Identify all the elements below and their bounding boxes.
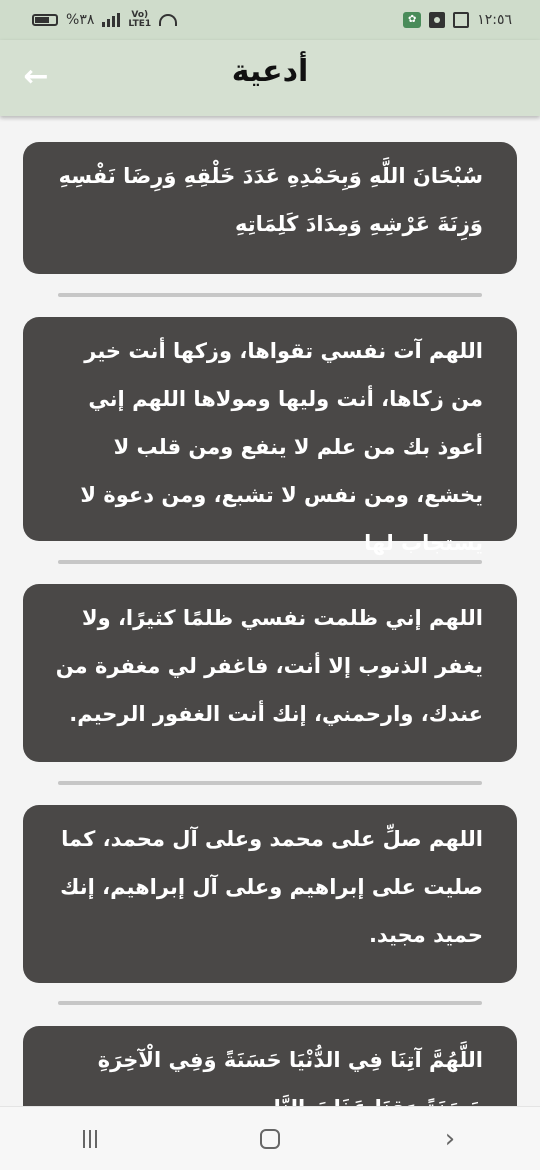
divider [58, 293, 482, 297]
dua-card[interactable]: سُبْحَانَ اللَّهِ وَبِحَمْدِهِ عَدَدَ خَ… [23, 142, 517, 274]
wifi-icon [159, 14, 178, 26]
image-icon [453, 12, 470, 28]
divider [58, 560, 482, 564]
dua-list[interactable]: سُبْحَانَ اللَّهِ وَبِحَمْدِهِ عَدَدَ خَ… [0, 116, 540, 1106]
recents-icon[interactable] [60, 1119, 120, 1159]
dua-card[interactable]: اللهم صلِّ على محمد وعلى آل محمد، كما صل… [23, 805, 517, 983]
battery-icon [32, 14, 58, 26]
dua-card[interactable]: اللَّهُمَّ آتِنَا فِي الدُّنْيَا حَسَنَة… [23, 1026, 517, 1106]
dua-text: اللَّهُمَّ آتِنَا فِي الدُّنْيَا حَسَنَة… [97, 1048, 483, 1106]
dua-card[interactable]: اللهم آت نفسي تقواها، وزكها أنت خير من ز… [23, 317, 517, 555]
app-bar: ← أدعية [0, 40, 540, 116]
settings-icon [429, 12, 446, 28]
app-icon: ✿ [403, 12, 422, 28]
system-nav-bar: › [0, 1106, 540, 1170]
page-title: أدعية [231, 54, 309, 89]
status-time: ١٢:٥٦ [477, 12, 512, 28]
signal-icon [102, 13, 121, 27]
home-icon[interactable] [240, 1119, 300, 1159]
back-icon[interactable]: › [420, 1119, 480, 1159]
volte-icon: Vo) LTE1 [128, 10, 152, 29]
dua-text: اللهم صلِّ على محمد وعلى آل محمد، كما صل… [60, 827, 483, 947]
dua-card[interactable]: اللهم إني ظلمت نفسي ظلمًا كثيرًا، ولا يغ… [23, 584, 517, 762]
status-bar: %٣٨ Vo) LTE1 ✿ ١٢:٥٦ [0, 0, 540, 40]
dua-text: اللهم آت نفسي تقواها، وزكها أنت خير من ز… [80, 339, 483, 555]
dua-text: سُبْحَانَ اللَّهِ وَبِحَمْدِهِ عَدَدَ خَ… [58, 164, 483, 236]
divider [58, 781, 482, 785]
status-right: ✿ ١٢:٥٦ [403, 12, 512, 28]
status-left: %٣٨ Vo) LTE1 [32, 10, 178, 29]
battery-percent: %٣٨ [66, 12, 95, 28]
divider [58, 1001, 482, 1005]
dua-text: اللهم إني ظلمت نفسي ظلمًا كثيرًا، ولا يغ… [55, 606, 483, 726]
